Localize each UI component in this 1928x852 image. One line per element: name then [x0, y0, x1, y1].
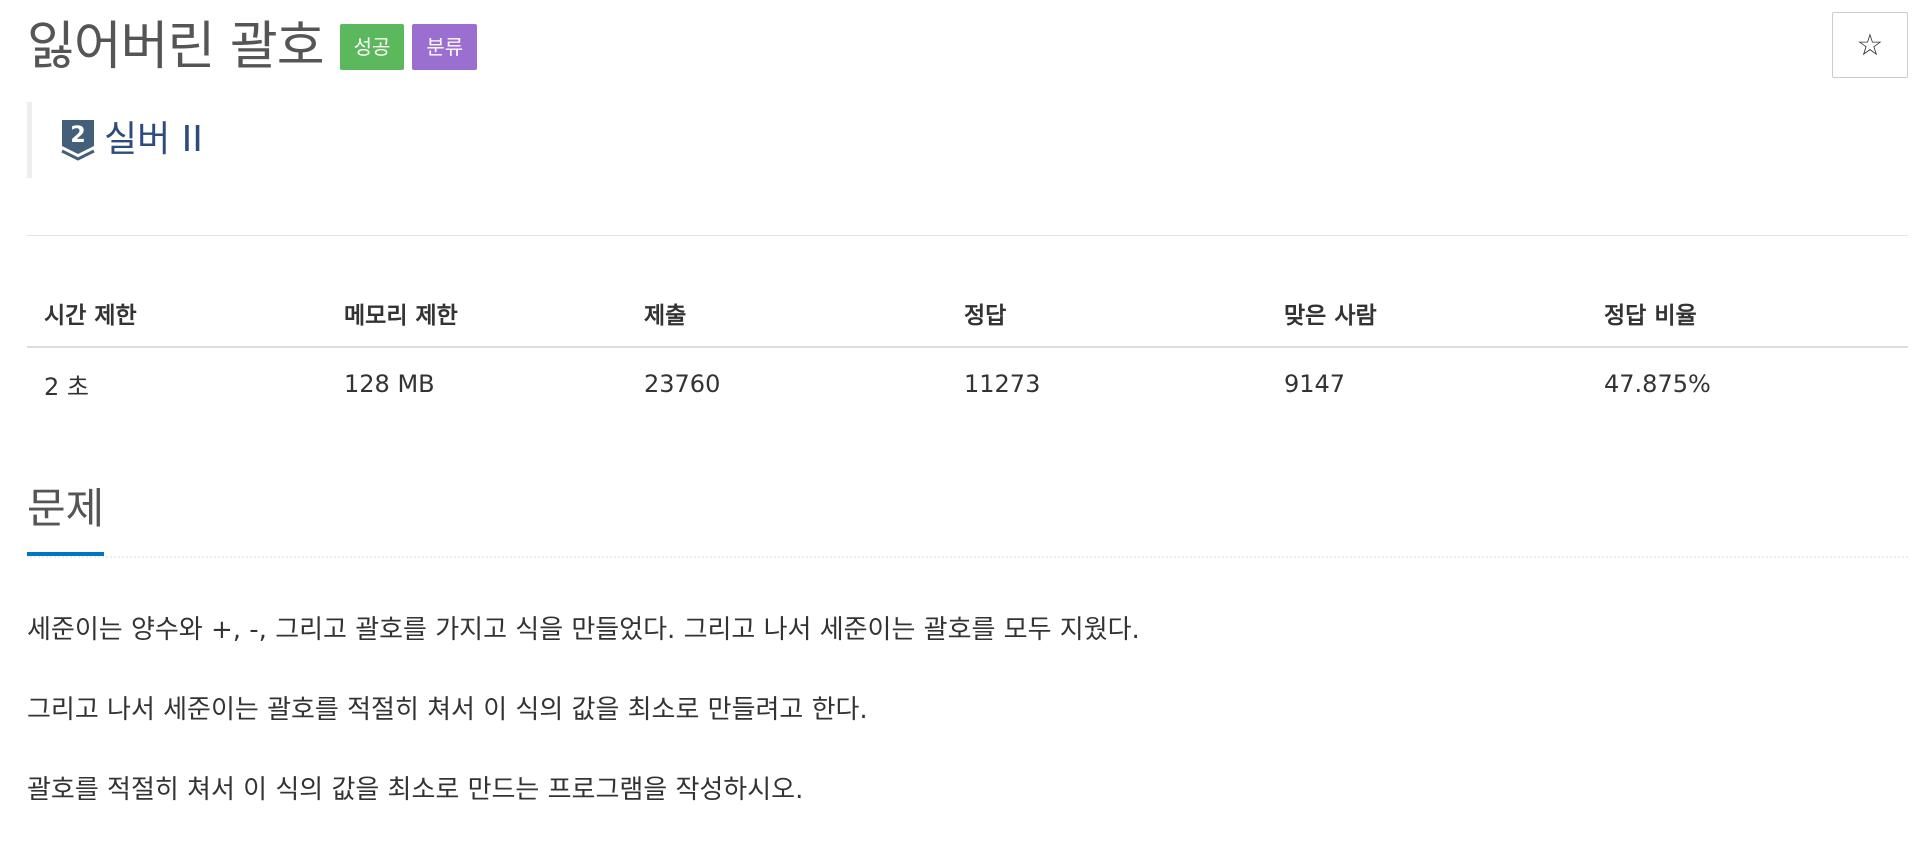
problem-description: 세준이는 양수와 +, -, 그리고 괄호를 가지고 식을 만들었다. 그리고 … [27, 612, 1908, 852]
label-category[interactable]: 분류 [412, 24, 478, 70]
section-title: 문제 [27, 478, 105, 556]
tier-link[interactable]: 실버 II [104, 118, 203, 162]
header-divider [27, 235, 1908, 236]
silver-tier-icon: 2 [61, 120, 95, 161]
solvers-value: 9147 [1284, 370, 1346, 398]
favorite-button[interactable]: ☆ [1832, 12, 1908, 78]
header-accept-rate: 정답 비율 [1587, 280, 1908, 348]
tier-box: 2 실버 II [27, 102, 203, 178]
accept-rate-value: 47.875% [1604, 370, 1711, 398]
table-row: 2 초 128 MB 23760 11273 9147 47.875% [27, 347, 1908, 420]
problem-section-header: 문제 [27, 478, 1908, 558]
description-paragraph: 괄호를 적절히 쳐서 이 식의 값을 최소로 만드는 프로그램을 작성하시오. [27, 775, 804, 805]
problem-title-row: 잃어버린 괄호 성공 분류 [27, 12, 478, 82]
problem-title: 잃어버린 괄호 [27, 17, 325, 77]
header-submissions: 제출 [627, 280, 947, 348]
header-solvers: 맞은 사람 [1267, 280, 1587, 348]
star-outline-icon: ☆ [1856, 27, 1884, 63]
description-paragraph: 세준이는 양수와 +, -, 그리고 괄호를 가지고 식을 만들었다. 그리고 … [27, 615, 1140, 645]
accepted-value: 11273 [964, 370, 1041, 398]
header-accepted: 정답 [947, 280, 1267, 348]
problem-info-table: 시간 제한 메모리 제한 제출 정답 맞은 사람 정답 비율 2 초 128 M… [27, 280, 1908, 420]
memory-limit-value: 128 MB [344, 370, 435, 398]
description-paragraph: 그리고 나서 세준이는 괄호를 적절히 쳐서 이 식의 값을 최소로 만들려고 … [27, 695, 868, 725]
submissions-value: 23760 [644, 370, 721, 398]
header-time-limit: 시간 제한 [27, 280, 327, 348]
tier-number: 2 [70, 123, 85, 148]
table-header-row: 시간 제한 메모리 제한 제출 정답 맞은 사람 정답 비율 [27, 280, 1908, 348]
time-limit-value: 2 초 [44, 372, 89, 401]
label-success[interactable]: 성공 [339, 24, 405, 70]
header-memory-limit: 메모리 제한 [327, 280, 627, 348]
